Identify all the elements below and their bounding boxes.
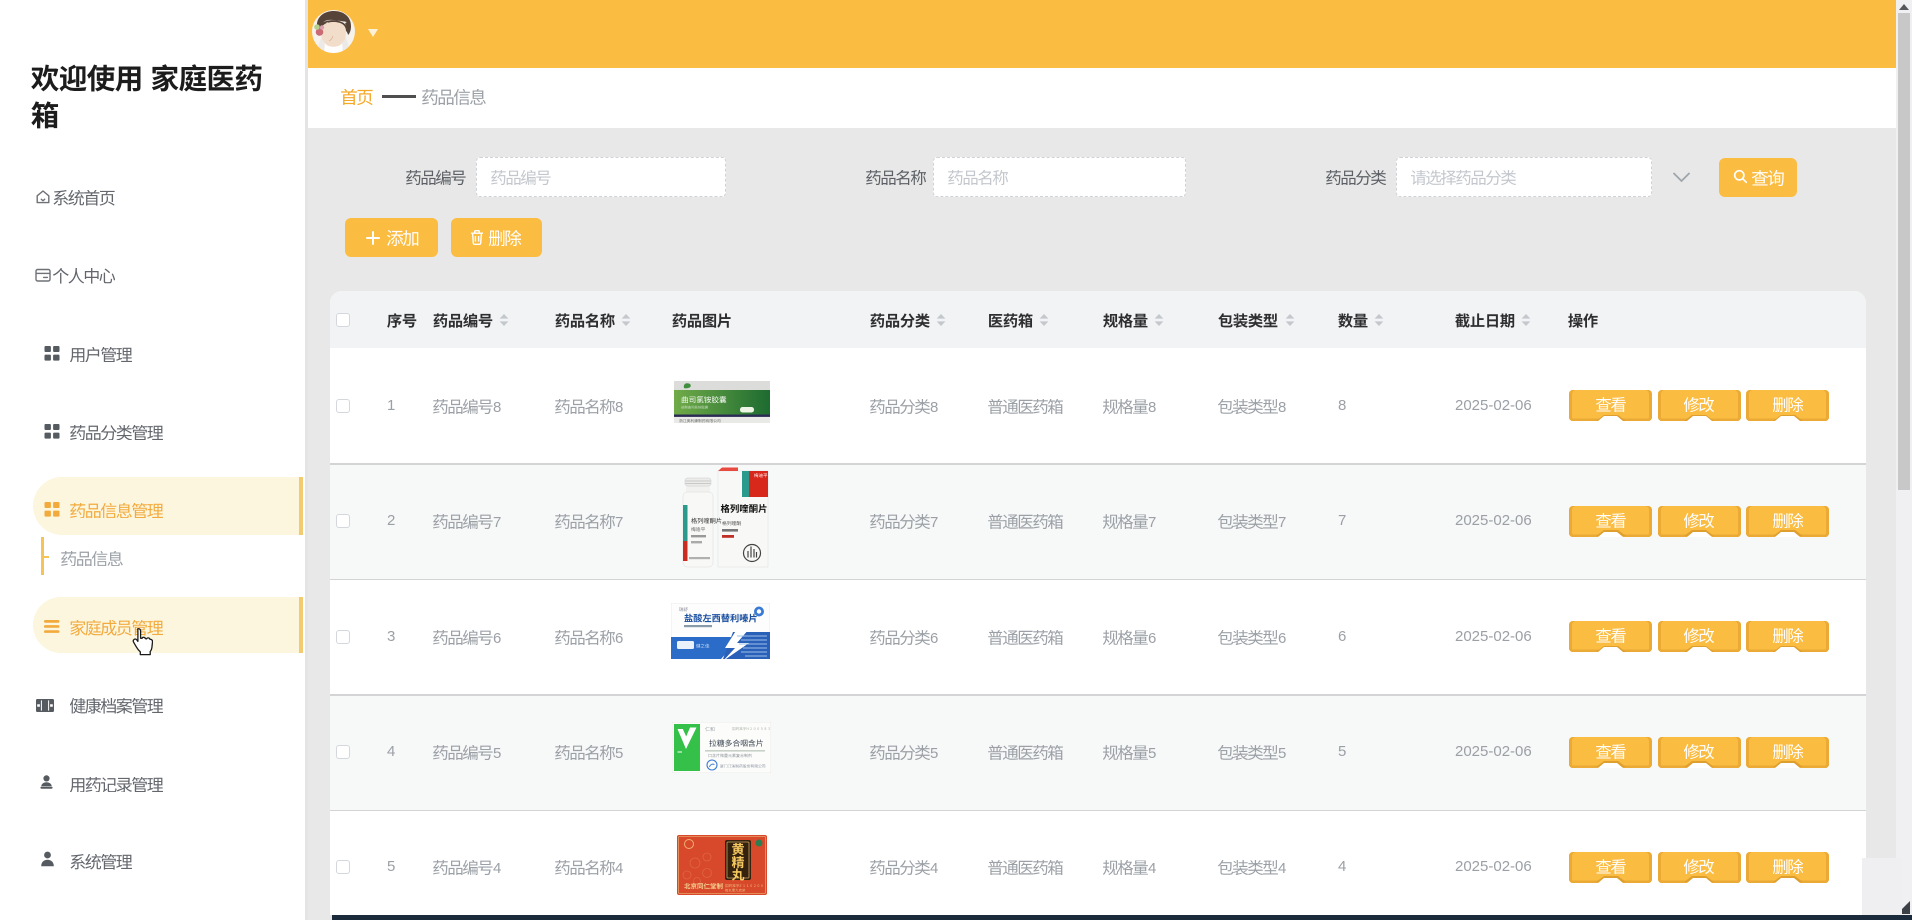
svg-text:8: 8 bbox=[1148, 399, 1156, 414]
svg-text:6: 6 bbox=[615, 630, 623, 645]
svg-text:4: 4 bbox=[930, 860, 938, 875]
svg-text:4: 4 bbox=[1278, 860, 1286, 875]
svg-text:6: 6 bbox=[1148, 630, 1156, 645]
svg-text:7: 7 bbox=[615, 514, 623, 529]
svg-text:7: 7 bbox=[930, 514, 938, 529]
svg-text:8: 8 bbox=[615, 399, 623, 414]
svg-text:4: 4 bbox=[493, 860, 501, 875]
svg-text:5: 5 bbox=[493, 745, 501, 760]
svg-text:6: 6 bbox=[493, 630, 501, 645]
svg-text:6: 6 bbox=[1278, 630, 1286, 645]
svg-text:4: 4 bbox=[615, 860, 623, 875]
svg-text:5: 5 bbox=[615, 745, 623, 760]
svg-text:8: 8 bbox=[930, 399, 938, 414]
svg-text:7: 7 bbox=[1148, 514, 1156, 529]
svg-text:5: 5 bbox=[1148, 745, 1156, 760]
svg-text:6: 6 bbox=[930, 630, 938, 645]
svg-text:5: 5 bbox=[1278, 745, 1286, 760]
svg-text:7: 7 bbox=[1278, 514, 1286, 529]
svg-text:8: 8 bbox=[493, 399, 501, 414]
svg-text:5: 5 bbox=[930, 745, 938, 760]
svg-text:7: 7 bbox=[493, 514, 501, 529]
svg-text:4: 4 bbox=[1148, 860, 1156, 875]
svg-text:8: 8 bbox=[1278, 399, 1286, 414]
